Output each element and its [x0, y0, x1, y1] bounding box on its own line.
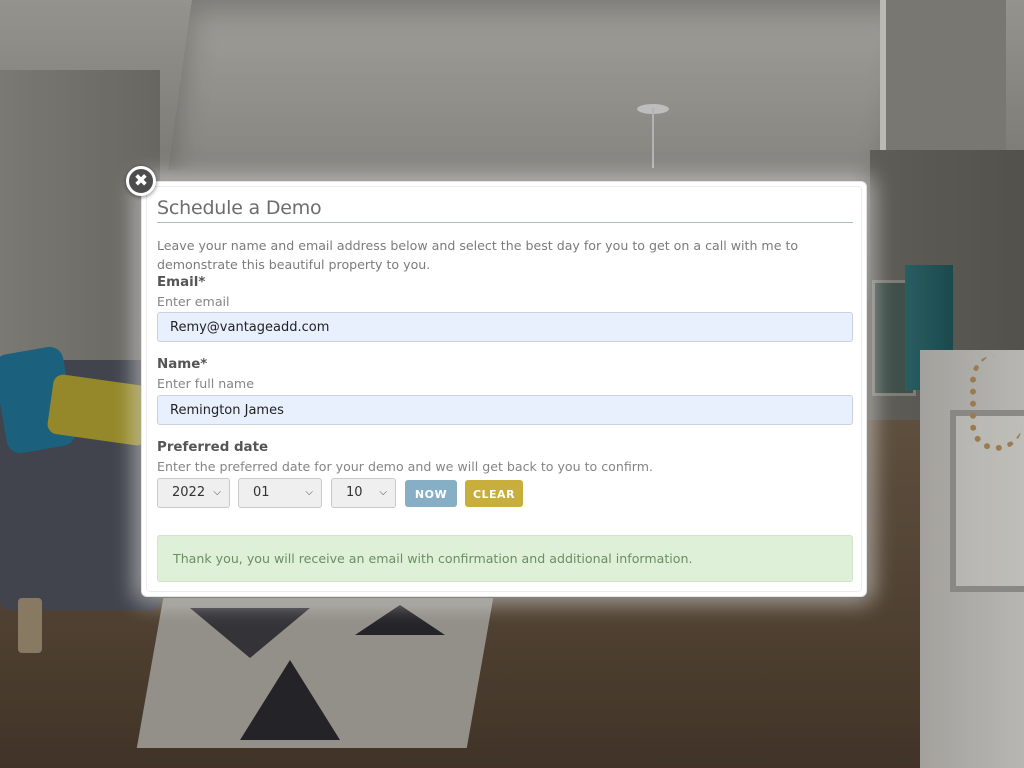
name-label: Name*: [157, 357, 208, 372]
name-field[interactable]: [157, 395, 853, 425]
chevron-down-icon: ⌵: [379, 487, 387, 498]
close-icon[interactable]: ✖: [126, 166, 156, 196]
email-hint: Enter email: [157, 294, 230, 309]
clear-button[interactable]: CLEAR: [465, 480, 523, 507]
year-value: 2022: [172, 485, 206, 500]
date-hint: Enter the preferred date for your demo a…: [157, 459, 654, 474]
email-label: Email*: [157, 275, 206, 290]
chevron-down-icon: ⌵: [213, 487, 221, 498]
date-label: Preferred date: [157, 440, 269, 455]
day-select[interactable]: 10 ⌵: [331, 478, 396, 508]
day-value: 10: [346, 485, 363, 500]
now-button[interactable]: NOW: [405, 480, 457, 507]
month-value: 01: [253, 485, 270, 500]
success-alert: Thank you, you will receive an email wit…: [157, 535, 853, 582]
modal-title: Schedule a Demo: [157, 197, 853, 223]
chevron-down-icon: ⌵: [305, 487, 313, 498]
year-select[interactable]: 2022 ⌵: [157, 478, 230, 508]
name-hint: Enter full name: [157, 376, 254, 391]
intro-text: Leave your name and email address below …: [157, 238, 799, 272]
email-field[interactable]: [157, 312, 853, 342]
month-select[interactable]: 01 ⌵: [238, 478, 322, 508]
